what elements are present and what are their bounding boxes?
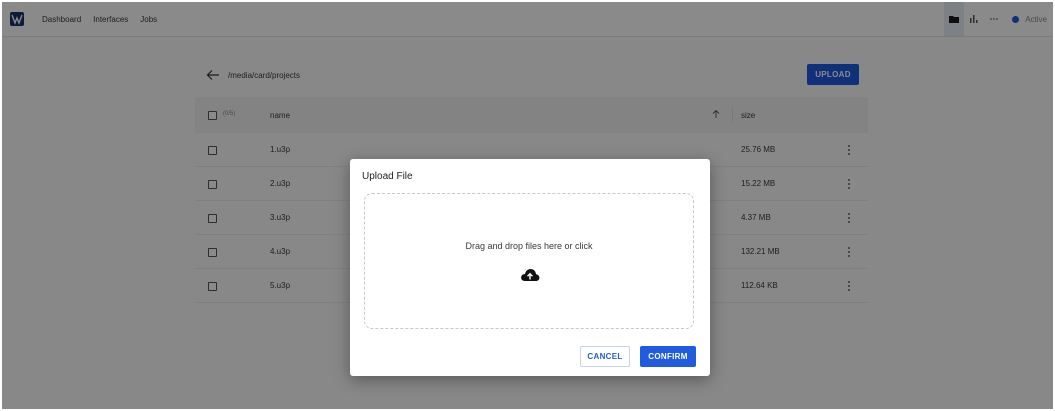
confirm-button[interactable]: CONFIRM <box>640 346 696 367</box>
upload-dialog: Upload File Drag and drop files here or … <box>350 159 710 376</box>
cancel-button[interactable]: CANCEL <box>580 346 630 367</box>
app-frame: Dashboard Interfaces Jobs Active /media/… <box>0 0 1055 411</box>
dialog-title: Upload File <box>362 171 413 182</box>
dropzone-text: Drag and drop files here or click <box>465 241 593 251</box>
cloud-upload-icon <box>521 269 540 281</box>
file-dropzone[interactable]: Drag and drop files here or click <box>364 193 694 329</box>
